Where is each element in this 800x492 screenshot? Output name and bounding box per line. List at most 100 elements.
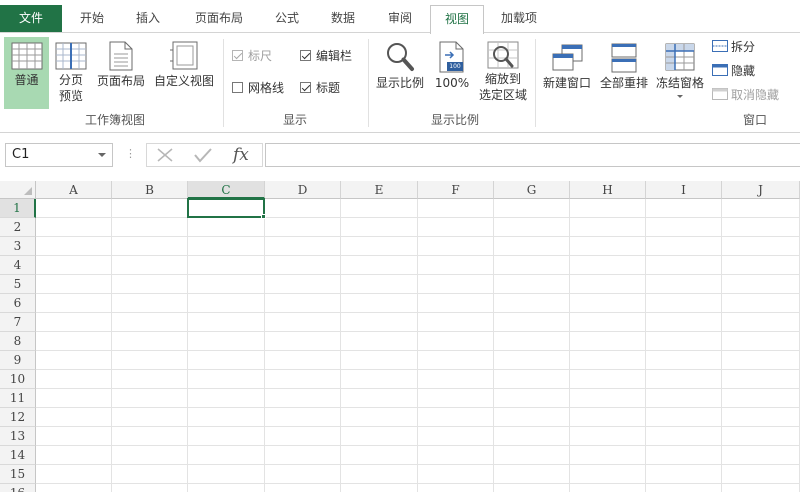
column-header-j[interactable]: J: [722, 181, 800, 199]
page-break-preview-button[interactable]: 分页 预览: [52, 37, 90, 109]
row-header-8[interactable]: 8: [0, 332, 36, 351]
row-header-13[interactable]: 13: [0, 427, 36, 446]
row-header-1[interactable]: 1: [0, 199, 36, 218]
row-header-7[interactable]: 7: [0, 313, 36, 332]
column-gridline: [187, 199, 188, 492]
new-window-button[interactable]: 新建窗口: [538, 37, 596, 107]
column-gridline: [264, 199, 265, 492]
zoom-100-label: 100%: [434, 76, 470, 90]
row-gridline: [36, 312, 800, 313]
row-header-16[interactable]: 16: [0, 484, 36, 492]
group-label-zoom: 显示比例: [430, 113, 479, 127]
gridlines-checkbox[interactable]: 网格线: [232, 79, 284, 97]
tab-file[interactable]: 文件: [0, 5, 62, 32]
zoom-to-selection-button[interactable]: 缩放到 选定区域: [474, 37, 532, 111]
tab-data[interactable]: 数据: [318, 5, 368, 33]
column-gridline: [417, 199, 418, 492]
column-header-c[interactable]: C: [188, 181, 265, 199]
group-label-show: 显示: [282, 113, 307, 127]
split-button[interactable]: 拆分: [712, 37, 755, 57]
column-header-f[interactable]: F: [418, 181, 494, 199]
tab-review[interactable]: 审阅: [376, 5, 424, 33]
tab-view[interactable]: 视图: [430, 5, 484, 34]
page-break-preview-icon: [55, 42, 87, 70]
formula-buttons: fx: [146, 143, 263, 167]
row-gridline: [36, 255, 800, 256]
formula-bar-grip-icon[interactable]: ⋮: [125, 147, 136, 160]
row-header-11[interactable]: 11: [0, 389, 36, 408]
row-header-6[interactable]: 6: [0, 294, 36, 313]
column-header-h[interactable]: H: [570, 181, 646, 199]
row-gridline: [36, 483, 800, 484]
column-header-e[interactable]: E: [341, 181, 418, 199]
row-gridline: [36, 426, 800, 427]
column-header-b[interactable]: B: [112, 181, 188, 199]
row-gridline: [36, 274, 800, 275]
row-header-10[interactable]: 10: [0, 370, 36, 389]
insert-function-icon[interactable]: fx: [233, 144, 249, 166]
freeze-panes-icon: [665, 43, 695, 73]
formula-bar: C1 ⋮ fx: [0, 133, 800, 181]
column-gridline: [111, 199, 112, 492]
row-header-9[interactable]: 9: [0, 351, 36, 370]
zoom-100-badge: 100: [449, 63, 461, 70]
custom-views-button[interactable]: 自定义视图: [151, 37, 217, 109]
column-header-g[interactable]: G: [494, 181, 570, 199]
ruler-label: 标尺: [248, 49, 273, 63]
column-header-d[interactable]: D: [265, 181, 341, 199]
row-header-2[interactable]: 2: [0, 218, 36, 237]
tab-formulas[interactable]: 公式: [265, 5, 309, 33]
selected-cell[interactable]: [187, 198, 265, 218]
tab-home[interactable]: 开始: [68, 5, 116, 33]
row-header-4[interactable]: 4: [0, 256, 36, 275]
worksheet-grid[interactable]: ABCDEFGHIJ 12345678910111213141516: [0, 181, 800, 492]
row-header-3[interactable]: 3: [0, 237, 36, 256]
gridlines-label: 网格线: [248, 81, 285, 95]
arrange-all-icon: [611, 43, 637, 73]
column-header-a[interactable]: A: [36, 181, 112, 199]
zoom-100-button[interactable]: 100 100%: [432, 37, 472, 107]
ruler-checkbox[interactable]: 标尺: [232, 47, 272, 65]
row-header-14[interactable]: 14: [0, 446, 36, 465]
cancel-icon[interactable]: [156, 147, 174, 166]
zoom-button[interactable]: 显示比例: [372, 37, 428, 107]
headings-checkbox[interactable]: 标题: [300, 79, 340, 97]
page-break-preview-label-line2: 预览: [58, 89, 83, 103]
hide-label: 隐藏: [731, 64, 756, 78]
arrange-all-button[interactable]: 全部重排: [597, 37, 651, 107]
freeze-panes-label: 冻结窗格: [655, 76, 704, 90]
row-header-12[interactable]: 12: [0, 408, 36, 427]
gridlines-check-box: [232, 82, 243, 93]
split-icon: [712, 38, 728, 58]
normal-view-button[interactable]: 普通: [4, 37, 49, 109]
name-box[interactable]: C1: [5, 143, 113, 167]
custom-views-label: 自定义视图: [153, 74, 214, 88]
column-gridline: [721, 199, 722, 492]
headings-label: 标题: [316, 81, 341, 95]
unhide-label: 取消隐藏: [731, 88, 780, 102]
fill-handle[interactable]: [261, 214, 266, 219]
hide-icon: [712, 62, 728, 82]
tab-insert[interactable]: 插入: [124, 5, 172, 33]
formula-input[interactable]: [265, 143, 800, 167]
column-header-i[interactable]: I: [646, 181, 722, 199]
group-label-workbook-views: 工作簿视图: [84, 113, 145, 127]
zoom-100-icon: 100: [439, 41, 465, 73]
tab-add-ins[interactable]: 加载项: [490, 5, 548, 33]
freeze-panes-button[interactable]: 冻结窗格: [652, 37, 708, 109]
page-layout-view-button[interactable]: 页面布局: [92, 37, 150, 109]
select-all-button[interactable]: [0, 181, 36, 199]
group-label-window: 窗口: [742, 113, 767, 127]
row-header-5[interactable]: 5: [0, 275, 36, 294]
unhide-button[interactable]: 取消隐藏: [712, 85, 779, 105]
custom-views-icon: [169, 41, 199, 71]
split-label: 拆分: [731, 40, 756, 54]
row-header-15[interactable]: 15: [0, 465, 36, 484]
hide-button[interactable]: 隐藏: [712, 61, 755, 81]
enter-check-icon[interactable]: [193, 147, 213, 166]
chevron-down-icon[interactable]: [98, 153, 106, 157]
tab-page-layout[interactable]: 页面布局: [180, 5, 258, 33]
formula-bar-checkbox[interactable]: 编辑栏: [300, 47, 352, 65]
zoom-to-selection-label-line1: 缩放到: [484, 72, 521, 86]
column-gridline: [569, 199, 570, 492]
